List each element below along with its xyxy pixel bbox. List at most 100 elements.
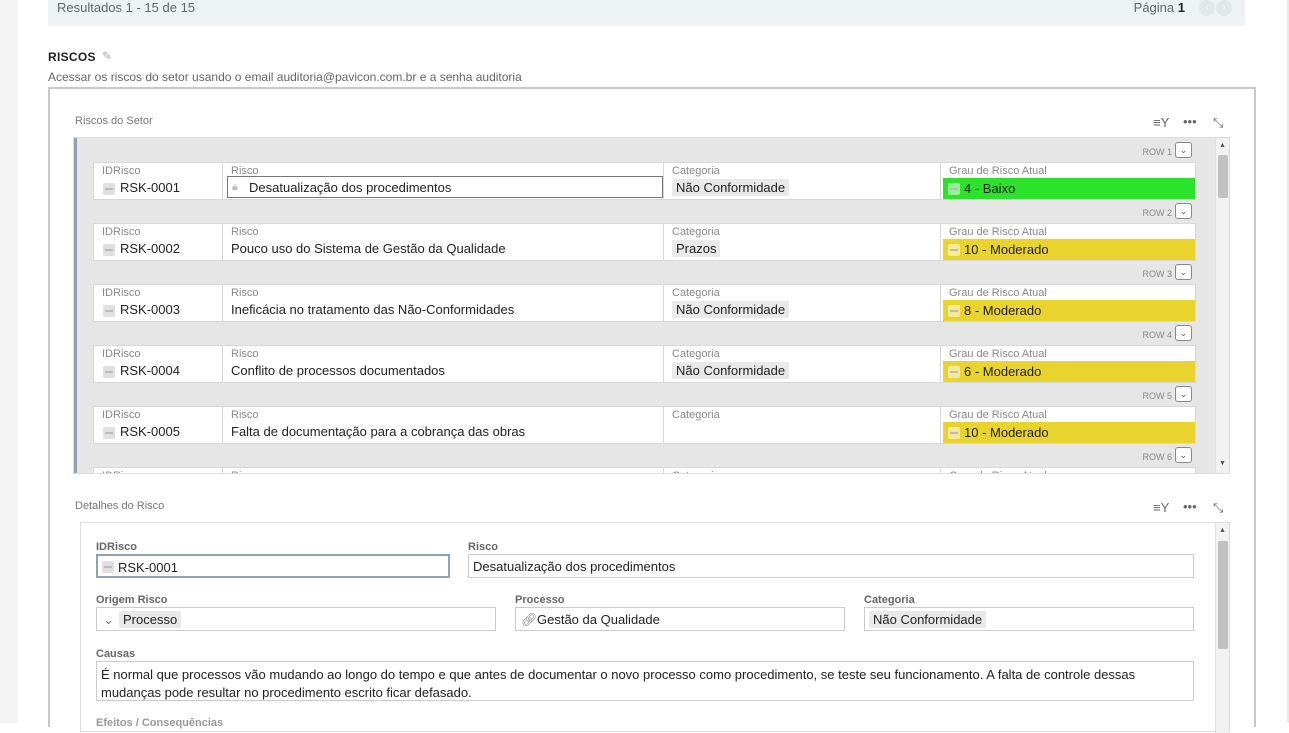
prev-page-button[interactable]: ‹: [1199, 0, 1215, 16]
risk-value: Desatualização dos procedimentos: [473, 559, 676, 574]
id-column-label: IDRisco: [102, 348, 141, 360]
details-scrollbar[interactable]: ▲: [1215, 523, 1229, 733]
row-chevron-icon[interactable]: ⌄: [1175, 386, 1192, 402]
grid-panel-title: Riscos do Setor: [75, 115, 153, 127]
grade-value: 4 - Baixo: [964, 181, 1016, 196]
risk-cell[interactable]: Risco Conflito de processos documentados: [223, 346, 664, 382]
row-label: ROW 3: [1142, 269, 1172, 279]
grade-cell[interactable]: Grau de Risco Atual 8 - Moderado: [941, 285, 1197, 321]
grid-row[interactable]: ROW 5 ⌄ IDRisco RSK-0005 Risco Falta de …: [74, 382, 1214, 444]
link-icon[interactable]: 🔗︎: [521, 612, 538, 628]
id-cell[interactable]: IDRisco RSK-0003: [94, 285, 223, 321]
risk-value: Conflito de processos documentados: [231, 363, 445, 378]
risk-cell[interactable]: Risco 🔒︎ Desatualização dos procedimento…: [223, 163, 664, 199]
risk-field[interactable]: Desatualização dos procedimentos: [468, 554, 1194, 578]
origin-label: Origem Risco: [96, 594, 168, 606]
details-more-icon[interactable]: •••: [1183, 499, 1197, 514]
id-value: RSK-0003: [120, 302, 180, 317]
scroll-up-icon[interactable]: ▲: [1219, 142, 1226, 149]
grid-row[interactable]: ROW 4 ⌄ IDRisco RSK-0004 Risco Conflito …: [74, 321, 1214, 383]
id-cell[interactable]: IDRisco RSK-0001: [94, 163, 223, 199]
process-label: Processo: [515, 594, 565, 606]
filter-icon[interactable]: ≡Y: [1153, 115, 1169, 130]
id-value: RSK-0005: [120, 424, 180, 439]
row-chevron-icon[interactable]: ⌄: [1175, 325, 1192, 341]
grid-row[interactable]: ROW 1 ⌄ IDRisco RSK-0001 Risco 🔒︎ Desatu…: [74, 138, 1214, 200]
chevron-down-icon[interactable]: ⌄: [103, 612, 114, 628]
more-icon[interactable]: •••: [1183, 114, 1197, 129]
row-chevron-icon[interactable]: ⌄: [1175, 203, 1192, 219]
row-cells: IDRisco RSK-0004 Risco Conflito de proce…: [93, 345, 1196, 383]
causes-field[interactable]: É normal que processos vão mudando ao lo…: [96, 661, 1194, 701]
risk-details: IDRisco RSK-0001 Risco Desatualização do…: [80, 522, 1230, 733]
origin-field[interactable]: ⌄ Processo: [96, 607, 496, 631]
details-expand-icon[interactable]: ⤡: [1213, 500, 1223, 516]
grade-column-label: Grau de Risco Atual: [949, 287, 1047, 299]
grade-column-label: Grau de Risco Atual: [949, 348, 1047, 360]
category-value: Não Conformidade: [672, 362, 790, 379]
grade-column-label: Grau de Risco Atual: [949, 409, 1047, 421]
grade-cell[interactable]: Grau de Risco Atual 10 - Moderado: [941, 407, 1197, 443]
row-label: ROW 6: [1142, 452, 1172, 462]
risk-cell[interactable]: Risco Ineficácia no tratamento das Não-C…: [223, 285, 664, 321]
grade-cell[interactable]: Grau de Risco Atual 10 - Moderado: [941, 224, 1197, 260]
grade-cell[interactable]: Grau de Risco Atual 4 - Baixo: [941, 163, 1197, 199]
risk-cell[interactable]: Risco: [223, 468, 664, 473]
details-scroll-up-icon[interactable]: ▲: [1219, 527, 1226, 534]
row-label: ROW 5: [1142, 391, 1172, 401]
category-cell[interactable]: Categoria Não Conformidade: [664, 285, 941, 321]
page-number: 1: [1177, 0, 1185, 15]
risk-column-label: Risco: [231, 348, 259, 360]
id-field[interactable]: RSK-0001: [96, 554, 450, 578]
category-cell[interactable]: Categoria: [664, 468, 941, 473]
details-filter-icon[interactable]: ≡Y: [1153, 500, 1169, 515]
grid-scrollbar[interactable]: ▲ ▼: [1215, 138, 1229, 473]
document-icon: [103, 183, 115, 195]
category-column-label: Categoria: [672, 409, 720, 421]
id-value: RSK-0004: [120, 363, 180, 378]
section-title: RISCOS: [48, 50, 96, 64]
category-value: Não Conformidade: [869, 611, 987, 628]
origin-value: Processo: [119, 611, 182, 628]
details-scroll-thumb[interactable]: [1218, 541, 1228, 649]
grade-column-label: Grau de Risco Atual: [949, 470, 1047, 473]
document-icon: [103, 427, 115, 439]
process-value: Gestão da Qualidade: [537, 612, 660, 627]
id-column-label: IDRisco: [102, 226, 141, 238]
grade-badge: 10 - Moderado: [943, 422, 1195, 443]
category-field[interactable]: Não Conformidade: [864, 607, 1194, 631]
id-value: RSK-0001: [118, 560, 178, 575]
id-cell[interactable]: IDRisco RSK-0004: [94, 346, 223, 382]
category-cell[interactable]: Categoria: [664, 407, 941, 443]
details-panel-title: Detalhes do Risco: [75, 500, 165, 512]
grade-cell[interactable]: Grau de Risco Atual: [941, 468, 1197, 473]
grid-scroll-thumb[interactable]: [1218, 155, 1228, 198]
next-page-button[interactable]: ›: [1216, 0, 1232, 16]
row-chevron-icon[interactable]: ⌄: [1175, 264, 1192, 280]
grade-cell[interactable]: Grau de Risco Atual 6 - Moderado: [941, 346, 1197, 382]
grid-row[interactable]: ROW 2 ⌄ IDRisco RSK-0002 Risco Pouco uso…: [74, 199, 1214, 261]
risk-value: Falta de documentação para a cobrança da…: [231, 424, 526, 439]
risk-cell[interactable]: Risco Falta de documentação para a cobra…: [223, 407, 664, 443]
category-cell[interactable]: Categoria Prazos: [664, 224, 941, 260]
document-icon: [948, 183, 960, 195]
grade-value: 10 - Moderado: [964, 242, 1049, 257]
risk-cell[interactable]: Risco Pouco uso do Sistema de Gestão da …: [223, 224, 664, 260]
grid-row[interactable]: ROW 6 ⌄ IDRisco Risco Categoria: [74, 443, 1214, 473]
category-cell[interactable]: Categoria Não Conformidade: [664, 163, 941, 199]
row-chevron-icon[interactable]: ⌄: [1175, 447, 1192, 463]
id-cell[interactable]: IDRisco RSK-0002: [94, 224, 223, 260]
pencil-icon[interactable]: ✎: [102, 49, 112, 63]
grade-value: 10 - Moderado: [964, 425, 1049, 440]
grid-row[interactable]: ROW 3 ⌄ IDRisco RSK-0003 Risco Ineficáci…: [74, 260, 1214, 322]
process-field[interactable]: 🔗︎ Gestão da Qualidade: [515, 607, 845, 631]
risk-value: Ineficácia no tratamento das Não-Conform…: [231, 302, 515, 317]
category-cell[interactable]: Categoria Não Conformidade: [664, 346, 941, 382]
row-chevron-icon[interactable]: ⌄: [1175, 142, 1192, 158]
scroll-down-icon[interactable]: ▼: [1219, 460, 1226, 467]
page-label: Página: [1133, 0, 1175, 15]
expand-icon[interactable]: ⤡: [1213, 115, 1223, 131]
id-cell[interactable]: IDRisco: [94, 468, 223, 473]
grade-badge: 8 - Moderado: [943, 300, 1195, 321]
id-cell[interactable]: IDRisco RSK-0005: [94, 407, 223, 443]
